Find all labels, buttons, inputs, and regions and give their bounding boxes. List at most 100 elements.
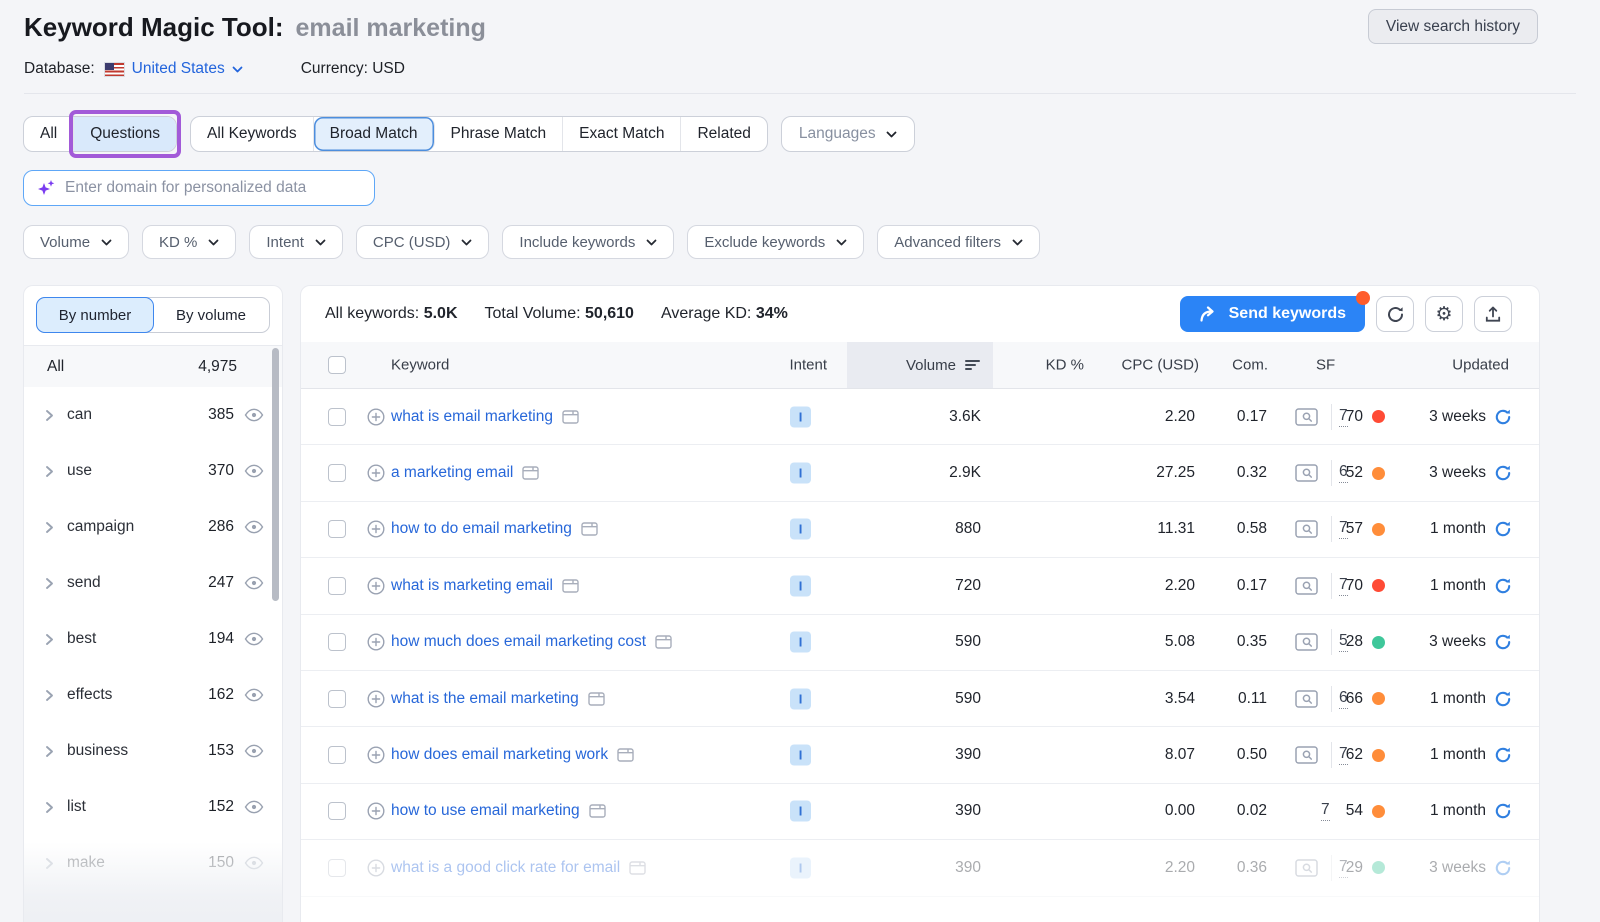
update-metrics-icon[interactable] — [1494, 802, 1512, 820]
serp-features-count[interactable]: 5 — [1339, 632, 1348, 652]
eye-icon[interactable] — [244, 688, 264, 702]
sidebar-item-business[interactable]: business153 — [24, 723, 282, 779]
serp-features-count[interactable]: 7 — [1339, 858, 1348, 878]
keyword-link[interactable]: how to do email marketing — [391, 520, 572, 538]
eye-icon[interactable] — [244, 632, 264, 646]
database-selector[interactable]: United States — [132, 60, 243, 78]
serp-window-icon[interactable] — [655, 635, 672, 649]
refresh-button[interactable] — [1376, 296, 1414, 332]
export-button[interactable] — [1474, 296, 1512, 332]
languages-dropdown[interactable]: Languages — [781, 116, 915, 152]
column-header-cpc[interactable]: CPC (USD) — [1122, 357, 1200, 374]
chevron-right-icon[interactable] — [45, 689, 54, 702]
column-header-com[interactable]: Com. — [1232, 357, 1268, 374]
serp-snapshot-icon[interactable] — [1295, 577, 1318, 595]
row-checkbox[interactable] — [328, 520, 346, 538]
sidebar-item-make[interactable]: make150 — [24, 835, 282, 891]
serp-features-count[interactable]: 6 — [1339, 463, 1348, 483]
serp-window-icon[interactable] — [581, 522, 598, 536]
sidebar-item-can[interactable]: can385 — [24, 387, 282, 443]
sidebar-item-list[interactable]: list152 — [24, 779, 282, 835]
serp-features-count[interactable]: 7 — [1339, 576, 1348, 596]
serp-window-icon[interactable] — [562, 579, 579, 593]
keyword-link[interactable]: how to use email marketing — [391, 802, 580, 820]
row-checkbox[interactable] — [328, 408, 346, 426]
serp-window-icon[interactable] — [562, 410, 579, 424]
serp-snapshot-icon[interactable] — [1295, 690, 1318, 708]
keyword-link[interactable]: what is the email marketing — [391, 690, 579, 708]
sidebar-item-campaign[interactable]: campaign286 — [24, 499, 282, 555]
add-keyword-icon[interactable] — [367, 577, 385, 595]
row-checkbox[interactable] — [328, 859, 346, 877]
add-keyword-icon[interactable] — [367, 464, 385, 482]
serp-features-count[interactable]: 7 — [1339, 745, 1348, 765]
column-header-volume[interactable]: Volume — [847, 342, 993, 388]
update-metrics-icon[interactable] — [1494, 464, 1512, 482]
chevron-right-icon[interactable] — [45, 465, 54, 478]
chevron-right-icon[interactable] — [45, 577, 54, 590]
tab-related[interactable]: Related — [681, 117, 766, 151]
domain-input-box[interactable] — [23, 170, 375, 206]
send-keywords-button[interactable]: Send keywords — [1180, 296, 1365, 332]
update-metrics-icon[interactable] — [1494, 633, 1512, 651]
update-metrics-icon[interactable] — [1494, 690, 1512, 708]
serp-features-count[interactable]: 7 — [1339, 519, 1348, 539]
keyword-link[interactable]: what is marketing email — [391, 577, 553, 595]
eye-icon[interactable] — [244, 856, 264, 870]
filter-cpc-usd-[interactable]: CPC (USD) — [356, 225, 490, 259]
tab-all[interactable]: All — [24, 117, 74, 151]
chevron-right-icon[interactable] — [45, 521, 54, 534]
tab-exact-match[interactable]: Exact Match — [563, 117, 681, 151]
eye-icon[interactable] — [244, 408, 264, 422]
eye-icon[interactable] — [244, 800, 264, 814]
serp-snapshot-icon[interactable] — [1295, 464, 1318, 482]
add-keyword-icon[interactable] — [367, 520, 385, 538]
tab-phrase-match[interactable]: Phrase Match — [435, 117, 564, 151]
serp-snapshot-icon[interactable] — [1295, 408, 1318, 426]
filter-include-keywords[interactable]: Include keywords — [502, 225, 674, 259]
chevron-right-icon[interactable] — [45, 857, 54, 870]
sidebar-item-send[interactable]: send247 — [24, 555, 282, 611]
serp-window-icon[interactable] — [522, 466, 539, 480]
serp-features-count[interactable]: 7 — [1339, 407, 1348, 427]
chevron-right-icon[interactable] — [45, 801, 54, 814]
serp-features-count[interactable]: 7 — [1321, 801, 1330, 821]
chevron-right-icon[interactable] — [45, 633, 54, 646]
column-header-kd[interactable]: KD % — [1046, 357, 1084, 374]
filter-advanced-filters[interactable]: Advanced filters — [877, 225, 1040, 259]
row-checkbox[interactable] — [328, 746, 346, 764]
add-keyword-icon[interactable] — [367, 690, 385, 708]
tab-all-keywords[interactable]: All Keywords — [191, 117, 314, 151]
domain-input[interactable] — [65, 179, 361, 197]
filter-intent[interactable]: Intent — [249, 225, 343, 259]
serp-snapshot-icon[interactable] — [1295, 520, 1318, 538]
select-all-checkbox[interactable] — [328, 356, 346, 374]
row-checkbox[interactable] — [328, 802, 346, 820]
settings-button[interactable]: ⚙ — [1425, 296, 1463, 332]
serp-features-count[interactable]: 6 — [1339, 689, 1348, 709]
sidebar-item-best[interactable]: best194 — [24, 611, 282, 667]
tab-broad-match[interactable]: Broad Match — [314, 117, 435, 151]
sidebar-item-all[interactable]: All 4,975 — [24, 346, 282, 387]
keyword-link[interactable]: what is email marketing — [391, 408, 553, 426]
row-checkbox[interactable] — [328, 577, 346, 595]
serp-window-icon[interactable] — [629, 861, 646, 875]
add-keyword-icon[interactable] — [367, 633, 385, 651]
add-keyword-icon[interactable] — [367, 802, 385, 820]
update-metrics-icon[interactable] — [1494, 746, 1512, 764]
add-keyword-icon[interactable] — [367, 859, 385, 877]
sidebar-item-effects[interactable]: effects162 — [24, 667, 282, 723]
sidebar-scrollbar[interactable] — [272, 348, 279, 601]
eye-icon[interactable] — [244, 576, 264, 590]
filter-volume[interactable]: Volume — [23, 225, 129, 259]
serp-window-icon[interactable] — [617, 748, 634, 762]
by-volume-toggle[interactable]: By volume — [153, 298, 269, 332]
eye-icon[interactable] — [244, 744, 264, 758]
eye-icon[interactable] — [244, 520, 264, 534]
keyword-link[interactable]: what is a good click rate for email — [391, 859, 620, 877]
keyword-link[interactable]: a marketing email — [391, 464, 513, 482]
add-keyword-icon[interactable] — [367, 408, 385, 426]
keyword-link[interactable]: how does email marketing work — [391, 746, 608, 764]
column-header-updated[interactable]: Updated — [1452, 357, 1509, 374]
keyword-link[interactable]: how much does email marketing cost — [391, 633, 646, 651]
